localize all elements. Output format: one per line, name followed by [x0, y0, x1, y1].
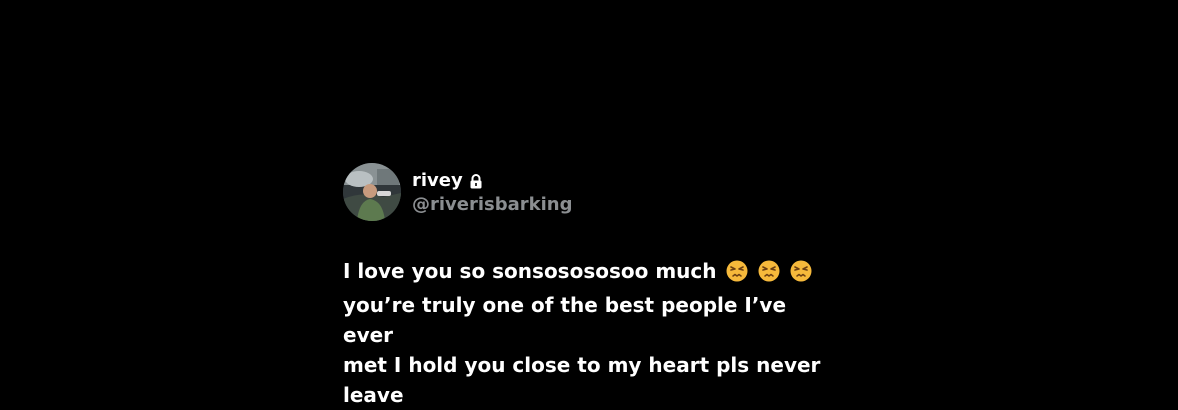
tweet-text: I love you so sonsosososoo much you’re t… — [343, 256, 833, 410]
persevering-face-emoji-icon — [758, 260, 780, 290]
user-handle[interactable]: @riverisbarking — [412, 194, 573, 216]
persevering-face-emoji-icon — [726, 260, 748, 290]
display-name[interactable]: rivey — [412, 170, 463, 192]
tweet-text-line: leave — [343, 383, 404, 407]
tweet-text-line: met I hold you close to my heart pls nev… — [343, 353, 821, 377]
avatar[interactable] — [343, 163, 401, 221]
avatar-photo — [343, 163, 401, 221]
tweet-card: rivey @riverisbarking I love you so sons… — [343, 160, 863, 410]
lock-icon — [469, 173, 483, 189]
tweet-text-line-content: I love you so sonsosososoo much — [343, 259, 717, 283]
tweet-header: rivey @riverisbarking — [343, 160, 863, 224]
tweet-text-line: you’re truly one of the best people I’ve… — [343, 293, 787, 347]
persevering-face-emoji-icon — [790, 260, 812, 290]
tweet-text-line: I love you so sonsosososoo much — [343, 256, 833, 290]
display-name-row: rivey — [412, 168, 573, 194]
tweet-author: rivey @riverisbarking — [412, 168, 573, 216]
